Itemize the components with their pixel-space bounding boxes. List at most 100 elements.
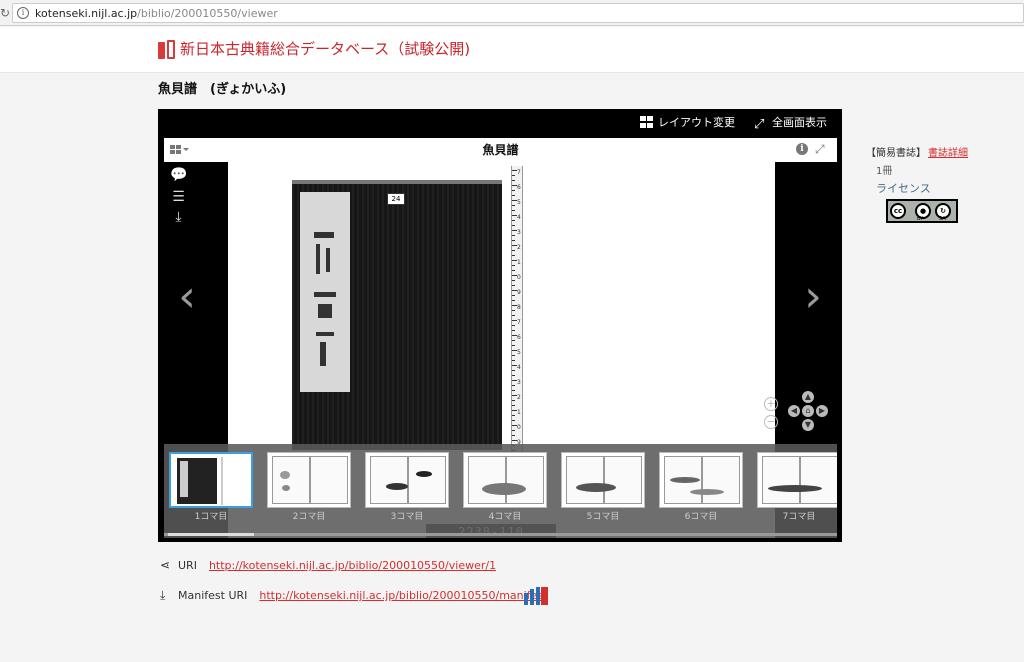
- ruler-tick: [512, 370, 515, 371]
- cc-icon: cc: [890, 203, 906, 219]
- iiif-logo[interactable]: [524, 585, 548, 605]
- license-label: ライセンス: [876, 182, 931, 195]
- ruler-tick: [512, 315, 515, 316]
- panel-title: 魚貝譜: [482, 143, 519, 157]
- left-toolbar: 💬 ☰ ⤓: [164, 162, 192, 252]
- thumbnail-4[interactable]: [463, 452, 547, 508]
- ruler-tick: [512, 255, 515, 256]
- ruler-number: 3: [517, 229, 521, 236]
- thumbnail-label: 7コマ目: [782, 512, 816, 522]
- image-viewer: レイアウト変更 ⤢ 全画面表示 魚貝譜 i ⤢ 24 7 6 5 4 3 2 1…: [158, 109, 842, 542]
- ruler-tick: [512, 430, 515, 431]
- ruler: 7654321098765432109: [511, 166, 523, 456]
- zoom-out-icon[interactable]: −: [764, 415, 778, 429]
- ruler-number: 3: [517, 379, 521, 386]
- logo-icon[interactable]: [158, 40, 176, 60]
- pan-left-icon[interactable]: ◀: [788, 405, 800, 417]
- ruler-number: 5: [517, 349, 521, 356]
- uri-row: ⋖ URI http://kotenseki.nijl.ac.jp/biblio/2…: [160, 558, 496, 573]
- ruler-tick: [512, 340, 515, 341]
- panel-header: 魚貝譜 i ⤢: [164, 138, 837, 162]
- url-host: kotenseki.nijl.ac.jp: [35, 7, 138, 20]
- ruler-tick: [512, 405, 515, 406]
- pan-up-icon[interactable]: ▲: [802, 391, 814, 403]
- ruler-tick: [512, 415, 515, 416]
- ruler-number: 0: [517, 424, 521, 431]
- fullscreen-button[interactable]: ⤢ 全画面表示: [754, 115, 827, 131]
- share-icon: ⋖: [160, 558, 171, 572]
- expand-icon[interactable]: ⤢: [815, 142, 825, 156]
- ruler-tick: [512, 195, 515, 196]
- ruler-tick: [512, 345, 515, 346]
- ruler-tick: [512, 210, 515, 211]
- catalog-tag: 24: [387, 193, 405, 205]
- thumbnail-6[interactable]: [659, 452, 743, 508]
- layout-change-button[interactable]: レイアウト変更: [640, 115, 735, 131]
- sliders-icon[interactable]: ☰: [170, 190, 187, 204]
- ruler-tick: [512, 250, 515, 251]
- thumbnail-5[interactable]: [561, 452, 645, 508]
- download-icon: ⤓: [160, 588, 166, 602]
- manifest-uri-link[interactable]: http://kotenseki.nijl.ac.jp/biblio/20001…: [259, 589, 547, 602]
- ruler-tick: [512, 175, 515, 176]
- address-text[interactable]: kotenseki.nijl.ac.jp/biblio/200010550/vi…: [35, 7, 278, 20]
- ruler-number: 7: [517, 319, 521, 326]
- pan-right-icon[interactable]: ▶: [816, 405, 828, 417]
- ruler-tick: [512, 330, 515, 331]
- ruler-number: 0: [517, 274, 521, 281]
- thumbnail-strip: 1コマ目 2コマ目 3コマ目 4コマ目 5コマ目 6コマ目 7コマ目: [164, 444, 837, 538]
- ruler-number: 1: [517, 409, 521, 416]
- ruler-tick: [512, 225, 515, 226]
- browser-url-bar: ↻ i kotenseki.nijl.ac.jp/biblio/20001055…: [0, 0, 1024, 26]
- uri-label: URI: [178, 559, 197, 572]
- cc-by-sa-badge[interactable]: cc ● ↻ BY SA: [886, 199, 958, 223]
- reload-icon[interactable]: ↻: [0, 6, 12, 20]
- thumbnail-1[interactable]: [169, 452, 253, 508]
- thumbnail-label: 6コマ目: [684, 512, 718, 522]
- comment-icon[interactable]: 💬: [170, 168, 187, 182]
- ruler-tick: [512, 280, 515, 281]
- sa-text: SA: [939, 216, 946, 222]
- ruler-tick: [512, 270, 515, 271]
- url-path: /biblio/200010550/viewer: [137, 7, 278, 20]
- ruler-number: 7: [517, 169, 521, 176]
- thumbnail-label: 4コマ目: [488, 512, 522, 522]
- info-icon[interactable]: i: [796, 143, 808, 155]
- grid-icon: [640, 116, 653, 128]
- chevron-right-icon[interactable]: ›: [798, 272, 828, 322]
- thumbnail-2[interactable]: [267, 452, 351, 508]
- chevron-left-icon[interactable]: ‹: [172, 272, 202, 322]
- ruler-tick: [512, 235, 515, 236]
- thumbnail-3[interactable]: [365, 452, 449, 508]
- ruler-tick: [512, 285, 515, 286]
- thumbnail-scrollbar[interactable]: [164, 533, 837, 536]
- bibliography-detail-link[interactable]: 書誌詳細: [928, 147, 968, 161]
- download-icon[interactable]: ⤓: [170, 210, 187, 224]
- site-title[interactable]: 新日本古典籍総合データベース（試験公開): [180, 39, 470, 59]
- volume-count: 1冊: [876, 166, 893, 177]
- zoom-in-icon[interactable]: +: [764, 397, 778, 411]
- ruler-number: 6: [517, 334, 521, 341]
- ruler-number: 4: [517, 364, 521, 371]
- info-icon[interactable]: i: [17, 7, 29, 19]
- viewer-toolbar: レイアウト変更 ⤢ 全画面表示: [158, 109, 842, 137]
- ruler-tick: [512, 300, 515, 301]
- book-cover-image: [292, 180, 502, 450]
- pan-controls: ▲ ◀ ⌂ ▶ ▼: [788, 391, 828, 431]
- zoom-controls: + −: [764, 397, 780, 437]
- manifest-uri-label: Manifest URI: [178, 589, 248, 602]
- thumbnail-7[interactable]: [757, 452, 837, 508]
- pan-down-icon[interactable]: ▼: [802, 419, 814, 431]
- book-title: 魚貝譜 (ぎょかいふ): [158, 82, 287, 97]
- ruler-number: 6: [517, 184, 521, 191]
- manifest-uri-row: ⤓ Manifest URI http://kotenseki.nijl.ac.jp…: [160, 588, 547, 603]
- by-text: BY: [917, 216, 924, 222]
- pan-home-icon[interactable]: ⌂: [802, 405, 814, 417]
- image-stage[interactable]: 24 7654321098765432109 2238-110 💬 ☰ ⤓ ‹ …: [164, 162, 837, 538]
- ruler-tick: [512, 390, 515, 391]
- thumbnail-label: 5コマ目: [586, 512, 620, 522]
- address-field[interactable]: i kotenseki.nijl.ac.jp/biblio/200010550/…: [12, 3, 1024, 23]
- ruler-tick: [512, 180, 515, 181]
- uri-link[interactable]: http://kotenseki.nijl.ac.jp/biblio/20001…: [209, 559, 496, 572]
- thumbnail-label: 1コマ目: [194, 512, 228, 522]
